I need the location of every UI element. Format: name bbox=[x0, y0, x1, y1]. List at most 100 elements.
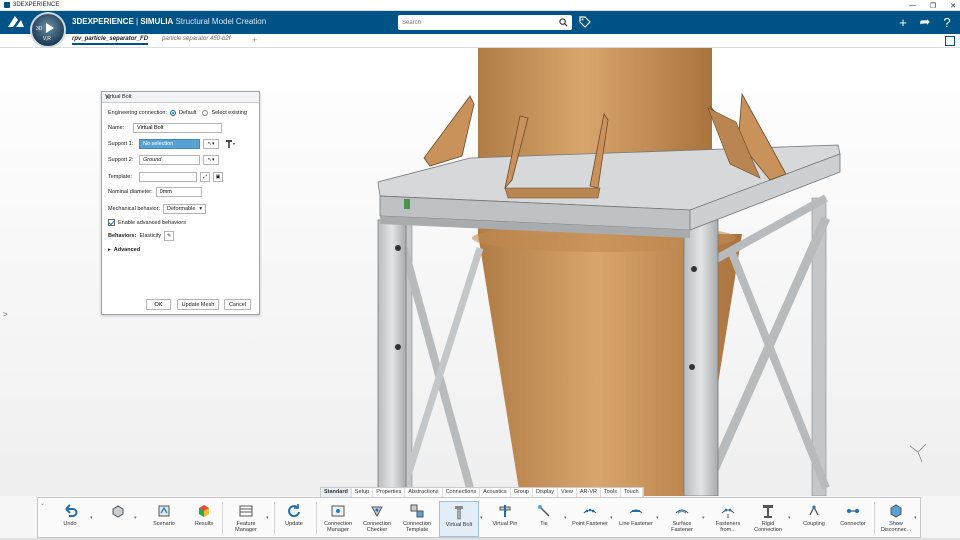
rigid-connection-button[interactable]: Rigid Connection bbox=[748, 501, 788, 537]
show-disconnected-button[interactable]: Show Disconnec... bbox=[876, 501, 916, 537]
virtual-pin-button[interactable]: Virtual Pin bbox=[485, 501, 525, 537]
tab-connections[interactable]: Connections bbox=[443, 488, 481, 497]
compass-icon[interactable]: 3D V,R bbox=[30, 12, 66, 48]
template-row: Template: ⤢ ▣ bbox=[108, 172, 223, 182]
select-existing-radio[interactable] bbox=[202, 110, 209, 116]
advanced-label[interactable]: Advanced bbox=[114, 247, 140, 253]
cancel-button[interactable]: Cancel bbox=[224, 299, 251, 310]
share-icon[interactable]: ➦ bbox=[918, 14, 932, 30]
search-icon[interactable] bbox=[559, 18, 568, 27]
help-icon[interactable]: ? bbox=[940, 14, 954, 30]
enable-advanced-label[interactable]: Enable advanced behaviors bbox=[118, 220, 186, 226]
feature-manager-button[interactable]: Feature Manager bbox=[226, 501, 266, 537]
add-icon[interactable]: + bbox=[896, 14, 910, 30]
fullscreen-icon[interactable] bbox=[945, 36, 955, 46]
connection-manager-button[interactable]: Connection Manager bbox=[318, 501, 358, 537]
template-label: Template: bbox=[108, 174, 132, 180]
advanced-section[interactable]: ▸ Advanced bbox=[108, 247, 140, 253]
tab-acoustics[interactable]: Acoustics bbox=[480, 488, 511, 497]
tab-particle-separator[interactable]: particle separator 450-b2f bbox=[162, 36, 230, 42]
line-fastener-more-icon[interactable]: ▾ bbox=[656, 515, 659, 521]
show-disconnected-more-icon[interactable]: ▾ bbox=[914, 515, 917, 521]
search-input[interactable] bbox=[398, 15, 548, 30]
virtual-bolt-icon bbox=[455, 506, 463, 520]
template-save-icon[interactable]: ▣ bbox=[213, 172, 223, 182]
surface-fastener-more-icon[interactable]: ▾ bbox=[702, 515, 705, 521]
scenario-button[interactable]: Scenario bbox=[144, 501, 184, 537]
engineering-connection-row: Engineering connection: Default Select e… bbox=[108, 110, 247, 116]
bolt-icon[interactable]: ▾ bbox=[222, 139, 238, 149]
dialog-close-icon[interactable]: × bbox=[105, 92, 255, 102]
collapse-icon[interactable]: ⌄ bbox=[40, 500, 45, 507]
support2-pointer-icon[interactable]: ↖▾ bbox=[203, 155, 219, 165]
virtual-bolt-button[interactable]: Virtual Bolt bbox=[439, 501, 479, 537]
feature-manager-more-icon[interactable]: ▾ bbox=[266, 515, 269, 521]
restore-button[interactable]: ❐ bbox=[930, 2, 936, 10]
update-icon bbox=[288, 504, 300, 518]
support1-field[interactable]: No selection bbox=[139, 139, 200, 149]
support2-field[interactable]: Ground bbox=[139, 155, 200, 165]
tab-display[interactable]: Display bbox=[533, 488, 559, 497]
surface-fastener-button[interactable]: Surface Fastener bbox=[662, 501, 702, 537]
ds-logo-icon[interactable] bbox=[6, 14, 26, 30]
tab-group[interactable]: Group bbox=[511, 488, 533, 497]
template-browse-icon[interactable]: ⤢ bbox=[200, 172, 210, 182]
behaviors-value: Elasticity bbox=[139, 233, 162, 239]
close-window-button[interactable]: ✕ bbox=[950, 2, 956, 10]
connection-template-button[interactable]: Connection Template bbox=[397, 501, 437, 537]
select-existing-label[interactable]: Select existing bbox=[211, 110, 246, 116]
update-mesh-button[interactable]: Update Mesh bbox=[177, 299, 219, 310]
tab-touch[interactable]: Touch bbox=[621, 488, 643, 497]
template-field[interactable] bbox=[139, 172, 197, 182]
connection-checker-icon bbox=[371, 506, 383, 518]
tie-more-icon[interactable]: ▾ bbox=[564, 515, 567, 521]
geometry-more-icon[interactable]: ▾ bbox=[134, 515, 137, 521]
virtual-bolt-more-icon[interactable]: ▾ bbox=[480, 515, 483, 521]
undo-button[interactable]: Undo bbox=[50, 501, 90, 537]
show-disconnected-icon bbox=[890, 504, 902, 518]
svg-text:▾: ▾ bbox=[233, 141, 235, 146]
fasteners-from-button[interactable]: Fasteners from... bbox=[708, 501, 748, 537]
ok-button[interactable]: OK bbox=[146, 299, 171, 310]
enable-advanced-checkbox[interactable] bbox=[108, 219, 115, 226]
mechanical-behavior-row: Mechanical behavior: Deformable ▾ bbox=[108, 204, 207, 214]
geometry-button[interactable] bbox=[98, 501, 138, 537]
name-label: Name: bbox=[108, 125, 125, 131]
support1-pointer-icon[interactable]: ↖▾ bbox=[203, 139, 219, 149]
add-tab-button[interactable]: + bbox=[252, 35, 257, 45]
window-title: 3DEXPERIENCE bbox=[4, 2, 59, 8]
connector-icon bbox=[847, 509, 859, 513]
tab-view[interactable]: View bbox=[558, 488, 577, 497]
default-radio-label[interactable]: Default bbox=[179, 110, 196, 116]
default-radio[interactable] bbox=[170, 110, 177, 116]
tab-abstractions[interactable]: Abstractions bbox=[405, 488, 443, 497]
search-box[interactable] bbox=[398, 15, 572, 30]
edit-pencil-icon[interactable]: ✎ bbox=[164, 231, 175, 241]
mechanical-behavior-dropdown[interactable]: Deformable ▾ bbox=[162, 204, 207, 214]
expand-arrow-icon[interactable]: ▸ bbox=[108, 247, 111, 253]
tag-icon[interactable] bbox=[578, 15, 592, 29]
tab-rpv-particle-separator[interactable]: rpv_particle_separator_FD bbox=[72, 36, 149, 45]
coupling-button[interactable]: Coupling bbox=[794, 501, 834, 537]
tab-setup[interactable]: Setup bbox=[352, 488, 374, 497]
connection-checker-button[interactable]: Connection Checker bbox=[357, 501, 397, 537]
minimize-button[interactable]: — bbox=[909, 2, 916, 9]
point-fastener-more-icon[interactable]: ▾ bbox=[610, 515, 613, 521]
update-button[interactable]: Update bbox=[274, 501, 314, 537]
virtual-pin-icon bbox=[499, 505, 511, 517]
tab-properties[interactable]: Properties bbox=[373, 488, 406, 497]
tie-button[interactable]: Tie bbox=[524, 501, 564, 537]
line-fastener-button[interactable]: Line Fastener bbox=[616, 501, 656, 537]
nominal-diameter-field[interactable] bbox=[155, 187, 202, 197]
side-panel-toggle-icon[interactable]: > bbox=[3, 310, 8, 319]
name-field[interactable] bbox=[133, 123, 222, 133]
rigid-connection-more-icon[interactable]: ▾ bbox=[788, 515, 791, 521]
undo-more-icon[interactable]: ▾ bbox=[90, 515, 93, 521]
tab-tools[interactable]: Tools bbox=[601, 488, 621, 497]
action-bar: ⌄ Undo ▾ ▾ Scenario Results Feature Mana… bbox=[37, 497, 921, 538]
point-fastener-button[interactable]: Point Fastener bbox=[570, 501, 610, 537]
connector-button[interactable]: Connector bbox=[833, 501, 873, 537]
results-button[interactable]: Results bbox=[184, 501, 224, 537]
tab-ar-vr[interactable]: AR-VR bbox=[577, 488, 601, 497]
tab-standard[interactable]: Standard bbox=[321, 488, 352, 497]
